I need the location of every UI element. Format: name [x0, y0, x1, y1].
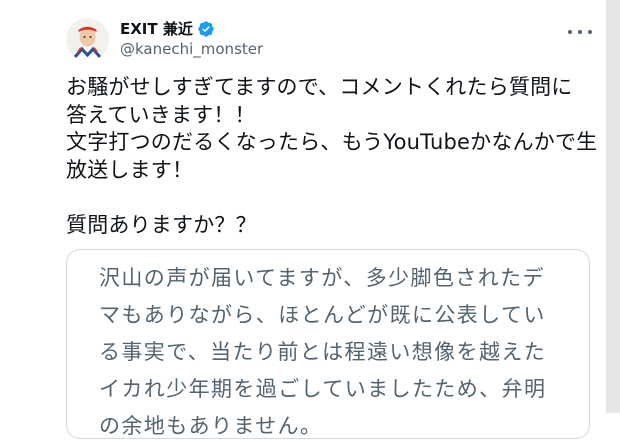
more-options-icon[interactable] — [568, 22, 592, 42]
quoted-tweet-text: 沢山の声が届いてますが、多少脚色されたデ マもありながら、ほとんどが既に公表して… — [99, 266, 547, 438]
display-name[interactable]: EXIT 兼近 — [120, 18, 215, 39]
tweet: EXIT 兼近 @kanechi_monster お騒がせしすぎてますので、コメ… — [0, 0, 606, 439]
display-name-text: EXIT 兼近 — [120, 20, 193, 38]
verified-badge-icon — [198, 20, 214, 37]
quoted-tweet-card[interactable]: 沢山の声が届いてますが、多少脚色されたデ マもありながら、ほとんどが既に公表して… — [66, 249, 590, 439]
window-edge — [606, 0, 620, 413]
profile-photo-icon — [66, 18, 109, 61]
tweet-text: お騒がせしすぎてますので、コメントくれたら質問に 答えていきます！！ 文字打つの… — [66, 75, 598, 237]
user-handle[interactable]: @kanechi_monster — [120, 40, 263, 58]
avatar[interactable] — [66, 18, 109, 61]
